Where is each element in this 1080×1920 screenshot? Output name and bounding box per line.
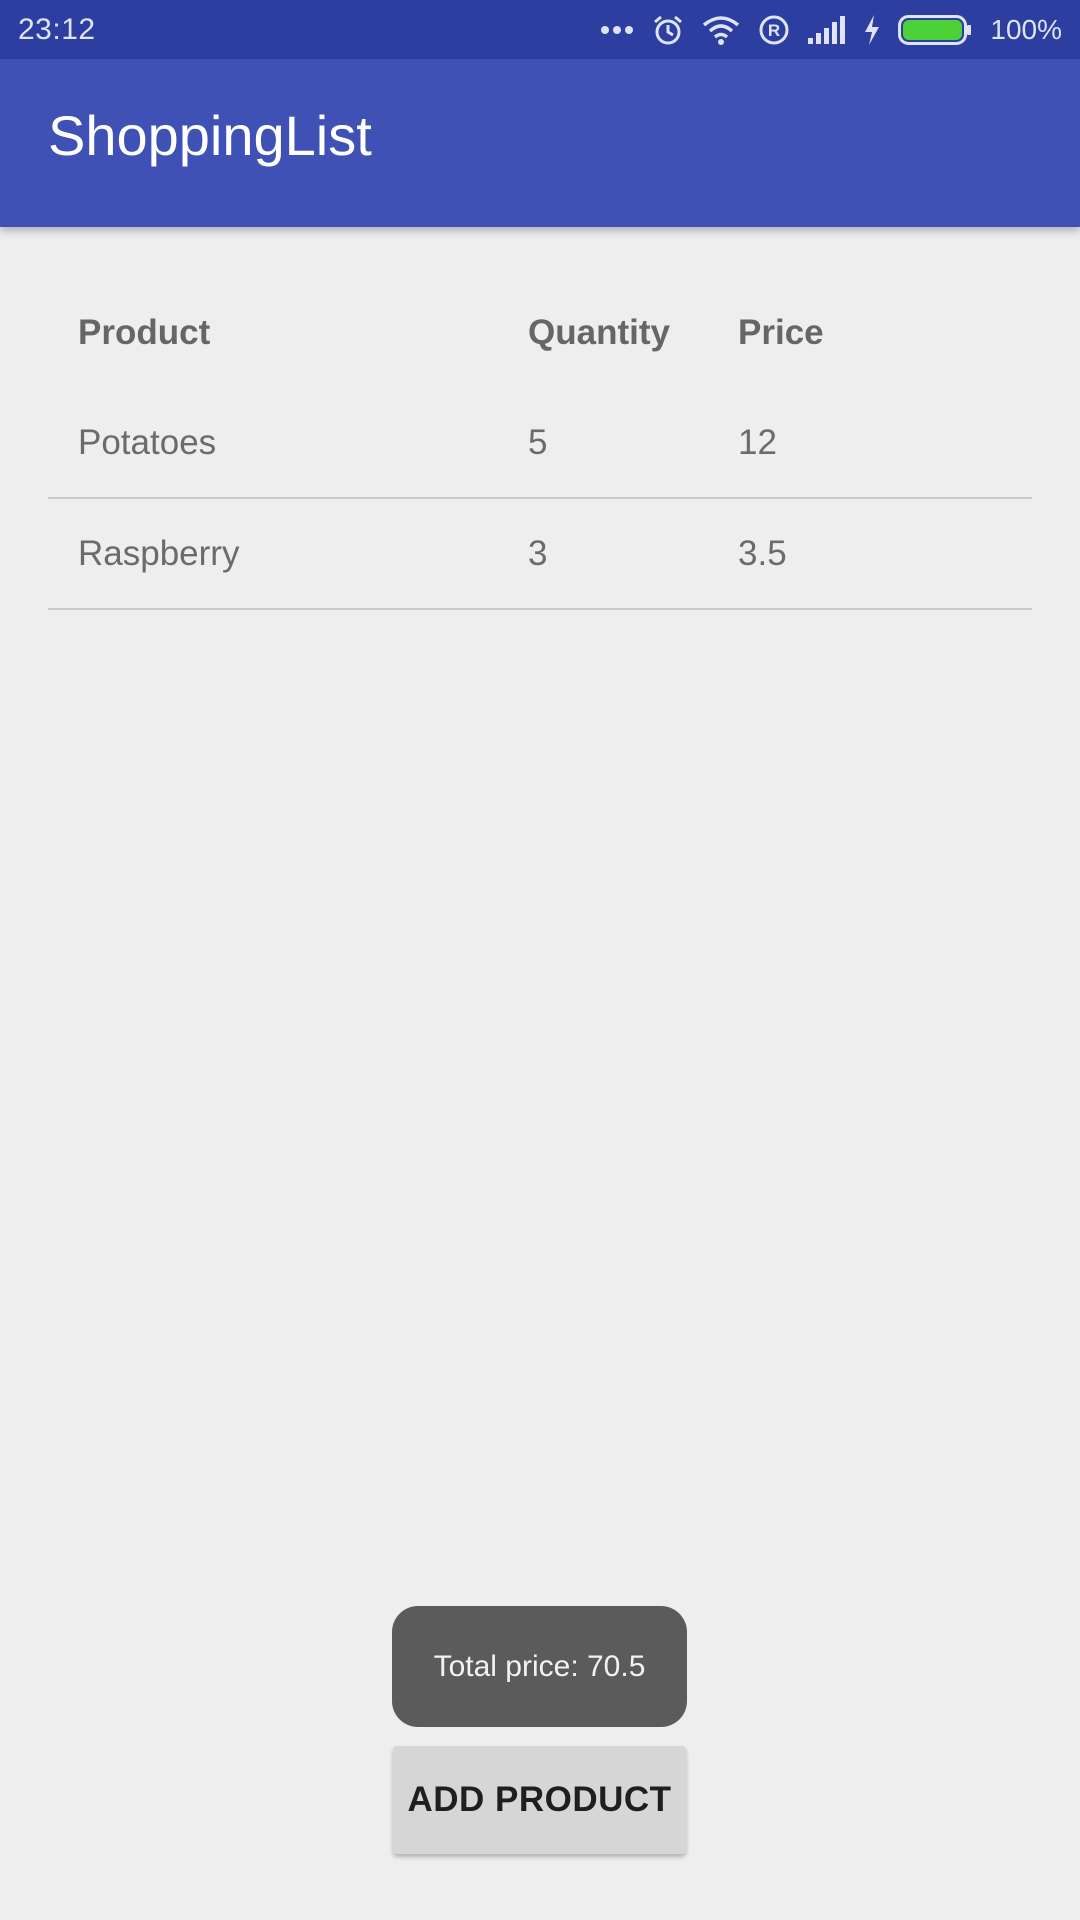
product-name-cell: Potatoes [78,422,217,462]
app-bar: ShoppingList [0,59,1080,227]
table-row[interactable]: Raspberry 3 3.5 [48,499,1032,610]
add-product-button[interactable]: ADD PRODUCT [393,1746,686,1854]
battery-percent: 100% [990,13,1062,45]
header-quantity: Quantity [528,313,670,352]
quantity-cell: 5 [528,422,548,462]
total-price-toast: Total price: 70.5 [392,1606,687,1727]
product-name-cell: Raspberry [78,533,240,573]
svg-text:R: R [768,21,780,40]
app-title: ShoppingList [48,103,372,167]
wifi-icon [702,15,740,45]
battery-icon [898,14,972,45]
table-header-row: Product Quantity Price [48,278,1032,388]
price-cell: 3.5 [738,533,787,573]
status-icons: R 100% [600,14,1062,46]
alarm-icon [652,14,684,46]
price-cell: 12 [738,422,777,462]
more-dots-icon [600,25,634,35]
toast-text: Total price: 70.5 [433,1649,646,1683]
status-bar: 23:12 R 100% [0,0,1080,59]
header-price: Price [738,313,824,352]
status-time: 23:12 [18,12,96,46]
registered-icon: R [758,14,790,46]
product-table: Product Quantity Price Potatoes 5 12 Ras… [48,278,1032,610]
signal-icon [808,15,846,44]
header-product: Product [78,313,211,352]
charging-icon [864,14,880,45]
quantity-cell: 3 [528,533,548,573]
table-row[interactable]: Potatoes 5 12 [48,388,1032,499]
